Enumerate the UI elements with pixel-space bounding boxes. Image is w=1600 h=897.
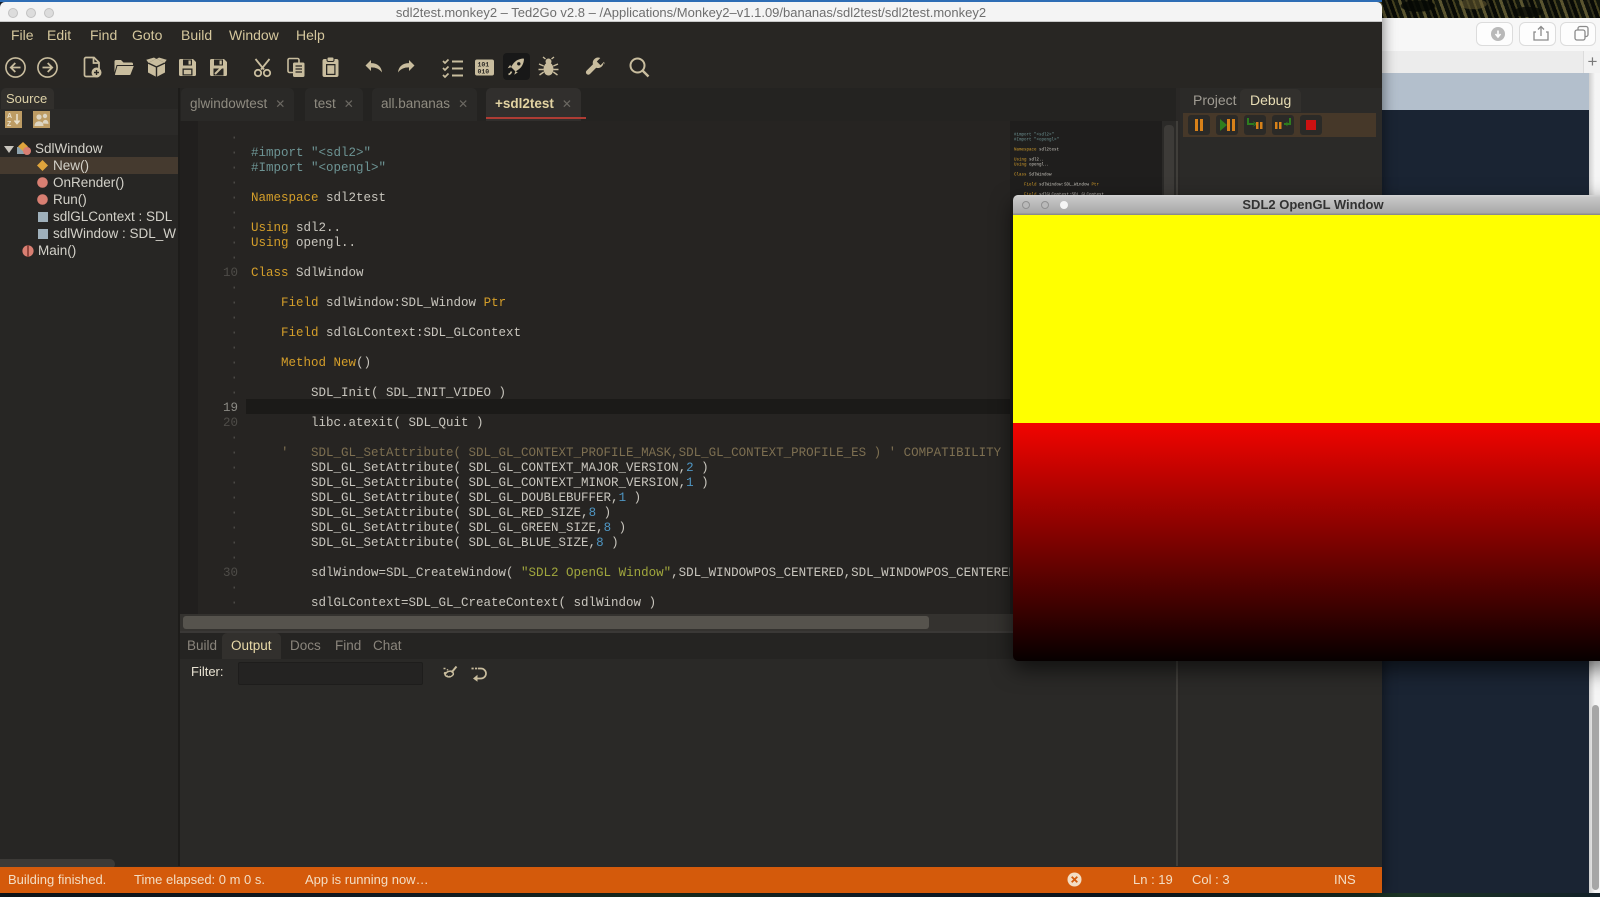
svg-text:Z: Z <box>7 121 12 128</box>
svg-text:101: 101 <box>478 62 490 69</box>
svg-text:010: 010 <box>478 69 490 76</box>
svg-text:A: A <box>7 113 12 120</box>
